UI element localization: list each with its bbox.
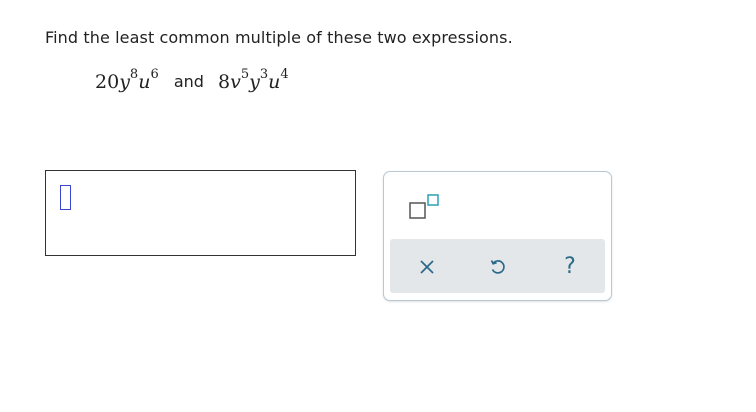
answer-input[interactable]	[45, 170, 356, 256]
help-button[interactable]: ?	[556, 253, 584, 281]
undo-button[interactable]	[484, 253, 512, 281]
exponent-button[interactable]	[408, 190, 444, 222]
close-icon	[420, 260, 434, 274]
input-cursor-placeholder	[60, 185, 71, 210]
undo-icon	[490, 260, 505, 274]
question-prompt: Find the least common multiple of these …	[45, 28, 513, 47]
help-icon: ?	[564, 254, 576, 279]
and-connector: and	[173, 72, 204, 92]
superscript-box-icon	[409, 194, 439, 219]
math-toolbar: ?	[383, 171, 612, 301]
action-bar: ?	[390, 239, 605, 293]
expressions-row: 20y8u6 and 8v5y3u4	[95, 67, 355, 104]
clear-button[interactable]	[413, 253, 441, 281]
expression-2: 8v5y3u4	[218, 67, 289, 94]
expression-1: 20y8u6	[95, 67, 159, 94]
